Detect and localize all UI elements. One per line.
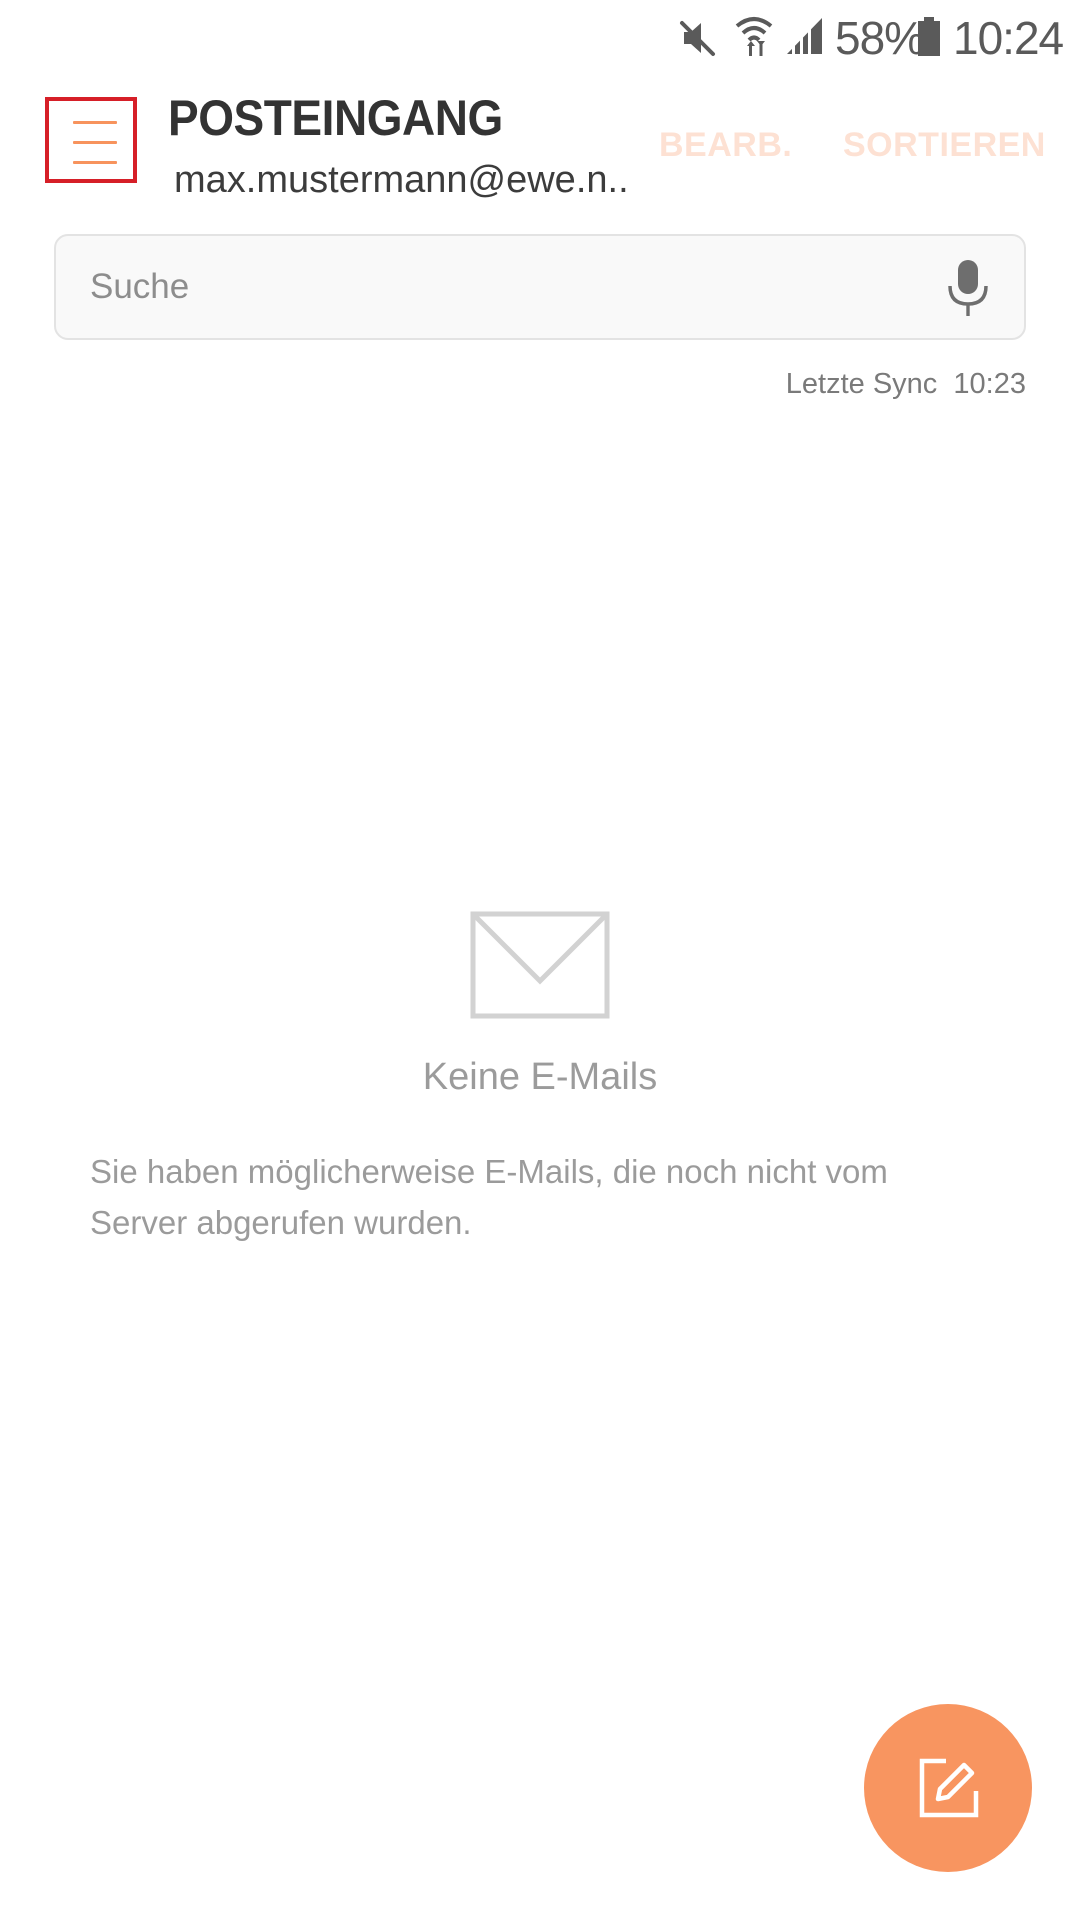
sort-button[interactable]: SORTIEREN bbox=[843, 122, 1046, 168]
clock: 10:24 bbox=[953, 12, 1064, 64]
status-bar: 58% 10:24 bbox=[0, 0, 1080, 76]
edit-button[interactable]: BEARB. bbox=[659, 122, 792, 168]
empty-state-message: Sie haben möglicherweise E-Mails, die no… bbox=[90, 1153, 888, 1241]
last-sync-status: Letzte Sync 10:23 bbox=[785, 368, 1026, 400]
compose-button[interactable] bbox=[864, 1704, 1032, 1872]
search-input[interactable] bbox=[90, 236, 890, 338]
envelope-icon bbox=[470, 911, 610, 1019]
compose-icon bbox=[919, 1758, 979, 1818]
menu-button[interactable] bbox=[45, 97, 137, 183]
signal-icon bbox=[787, 18, 822, 54]
page-title: POSTEINGANG bbox=[168, 90, 503, 146]
empty-state-title: Keine E-Mails bbox=[422, 1056, 658, 1098]
battery-icon bbox=[918, 17, 940, 56]
wifi-icon bbox=[735, 17, 773, 56]
account-email[interactable]: max.mustermann@ewe.n.. bbox=[174, 156, 629, 204]
mute-icon bbox=[680, 21, 715, 56]
search-bar[interactable] bbox=[54, 234, 1026, 340]
battery-percentage: 58% bbox=[835, 12, 925, 64]
microphone-icon[interactable] bbox=[944, 258, 992, 318]
